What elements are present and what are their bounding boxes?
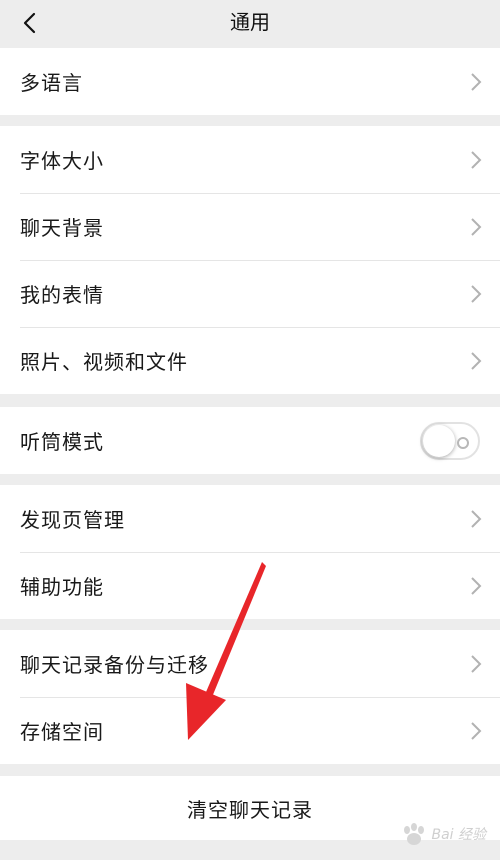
toggle-off-icon bbox=[457, 436, 469, 449]
settings-item-font-size[interactable]: 字体大小 bbox=[0, 126, 500, 193]
watermark: Bai 经验 bbox=[401, 822, 486, 846]
settings-item-label: 发现页管理 bbox=[20, 508, 125, 532]
settings-item-photos-videos-files[interactable]: 照片、视频和文件 bbox=[0, 327, 500, 394]
group-language: 多语言 bbox=[0, 48, 500, 115]
settings-item-storage-space[interactable]: 存储空间 bbox=[0, 697, 500, 764]
chevron-right-icon bbox=[471, 217, 482, 236]
chevron-right-icon bbox=[471, 150, 482, 169]
settings-item-my-stickers[interactable]: 我的表情 bbox=[0, 260, 500, 327]
settings-item-language[interactable]: 多语言 bbox=[0, 48, 500, 115]
chevron-right-icon bbox=[471, 509, 482, 528]
navigation-bar: 通用 bbox=[0, 0, 500, 46]
settings-item-label: 辅助功能 bbox=[20, 575, 104, 599]
chevron-right-icon bbox=[471, 721, 482, 740]
chevron-right-icon bbox=[471, 654, 482, 673]
toggle-knob bbox=[423, 424, 455, 457]
settings-item-label: 聊天记录备份与迁移 bbox=[20, 653, 209, 677]
earpiece-mode-toggle[interactable] bbox=[420, 421, 480, 460]
chevron-right-icon bbox=[471, 284, 482, 303]
chevron-right-icon bbox=[471, 72, 482, 91]
settings-item-discover-management[interactable]: 发现页管理 bbox=[0, 485, 500, 552]
settings-item-label: 存储空间 bbox=[20, 720, 104, 744]
settings-item-label: 听筒模式 bbox=[20, 430, 104, 454]
group-earpiece: 听筒模式 bbox=[0, 407, 500, 474]
paw-logo-icon bbox=[404, 823, 425, 845]
settings-item-earpiece-mode: 听筒模式 bbox=[0, 407, 500, 474]
page-title: 通用 bbox=[230, 10, 270, 34]
settings-item-label: 多语言 bbox=[20, 71, 83, 95]
group-display: 字体大小 聊天背景 我的表情 照片、视频和文件 bbox=[0, 126, 500, 394]
settings-item-accessibility[interactable]: 辅助功能 bbox=[0, 552, 500, 619]
settings-item-label: 聊天背景 bbox=[20, 216, 104, 240]
watermark-text: Bai 经验 bbox=[431, 827, 486, 843]
chevron-right-icon bbox=[471, 576, 482, 595]
group-discover: 发现页管理 辅助功能 bbox=[0, 485, 500, 619]
settings-item-chat-background[interactable]: 聊天背景 bbox=[0, 193, 500, 260]
group-storage: 聊天记录备份与迁移 存储空间 bbox=[0, 630, 500, 764]
chevron-right-icon bbox=[471, 351, 482, 370]
settings-item-label: 照片、视频和文件 bbox=[20, 350, 188, 374]
settings-item-chat-backup-migration[interactable]: 聊天记录备份与迁移 bbox=[0, 630, 500, 697]
clear-chat-history-label: 清空聊天记录 bbox=[187, 797, 313, 822]
settings-item-label: 我的表情 bbox=[20, 283, 104, 307]
settings-item-label: 字体大小 bbox=[20, 149, 104, 173]
